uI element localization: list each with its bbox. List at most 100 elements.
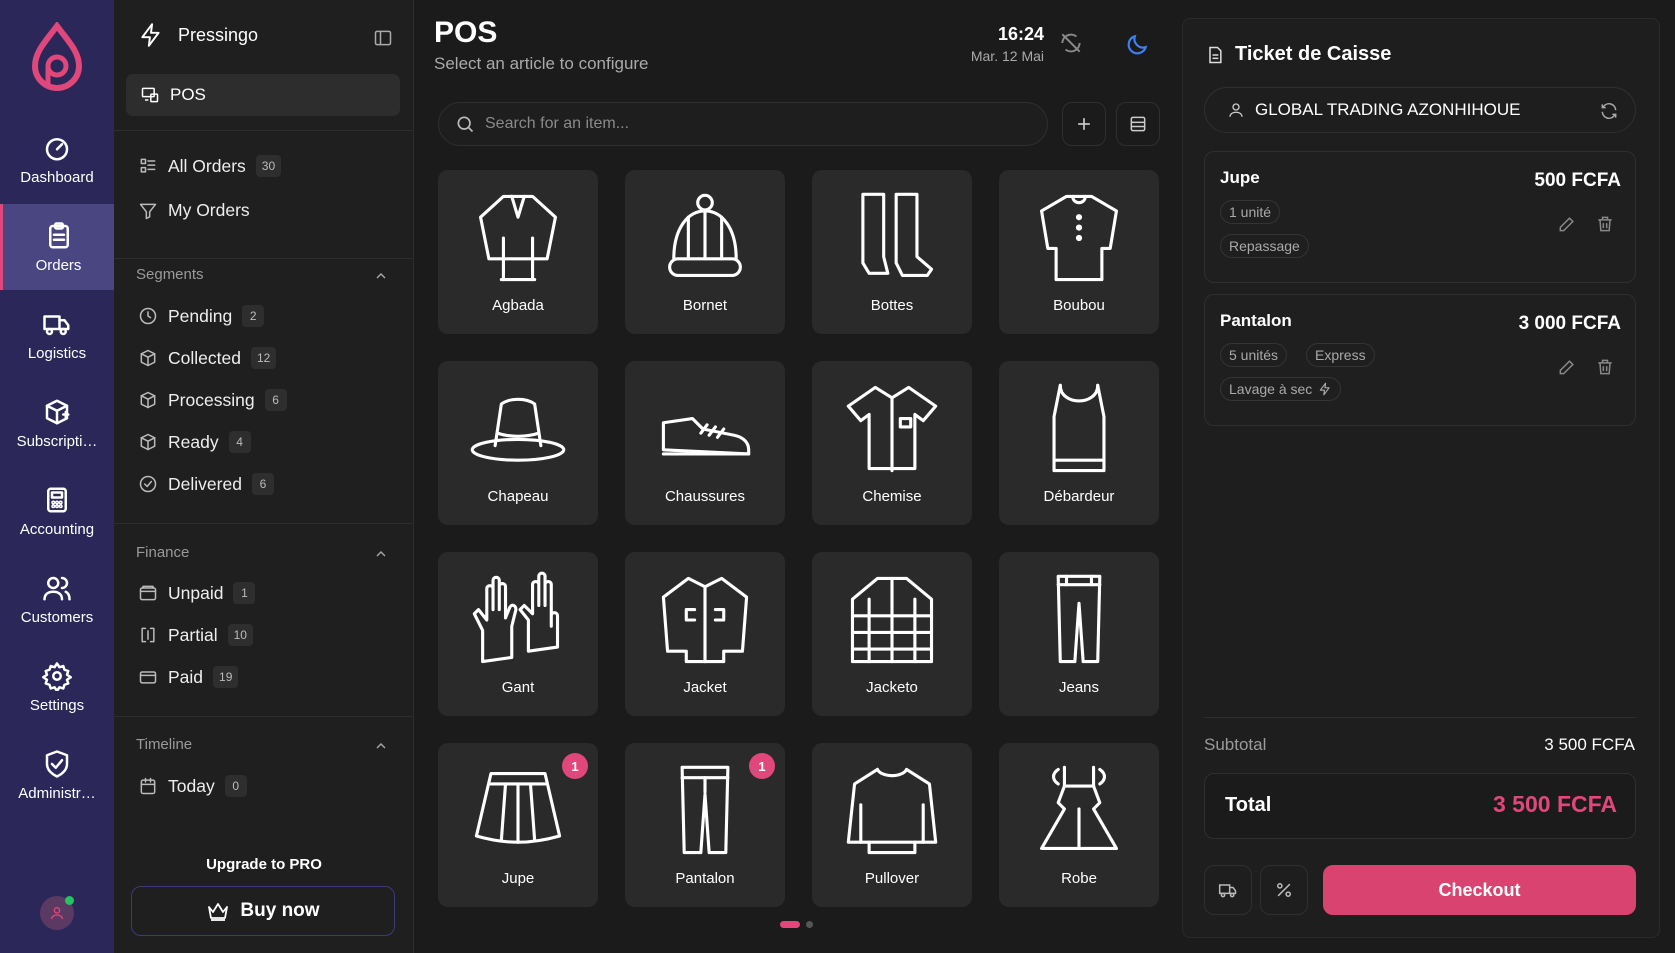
- user-avatar[interactable]: [40, 896, 74, 930]
- pencil-icon[interactable]: [1557, 357, 1577, 377]
- client-selector[interactable]: GLOBAL TRADING AZONHIHOUE: [1204, 87, 1636, 133]
- pencil-icon[interactable]: [1557, 214, 1577, 234]
- rail-item-label: Customers: [20, 608, 94, 626]
- divider: [114, 716, 413, 717]
- add-item-button[interactable]: [1062, 102, 1106, 146]
- skirt-icon: [474, 772, 562, 844]
- count-badge: 6: [264, 389, 287, 411]
- article-card-jupe[interactable]: Jupe 1: [438, 743, 598, 907]
- search-input[interactable]: Search for an item...: [438, 102, 1048, 146]
- sidebar-item-paid[interactable]: Paid 19: [138, 666, 239, 688]
- article-label: Agbada: [492, 297, 544, 314]
- package-plus-icon: [45, 399, 70, 424]
- sidebar-item-pos[interactable]: POS: [126, 74, 400, 116]
- ticket-line-service: Lavage à sec: [1220, 377, 1342, 401]
- sidebar-item-label: Today: [168, 775, 215, 796]
- rail-item-logistics[interactable]: Logistics: [0, 292, 114, 378]
- article-label: Jacketo: [866, 679, 918, 696]
- sidebar-item-label: Unpaid: [168, 582, 224, 603]
- rail-item-settings[interactable]: Settings: [0, 644, 114, 730]
- ticket-line-chip: 1 unité: [1220, 200, 1281, 224]
- dress-icon: [1040, 765, 1118, 850]
- count-badge: 1: [233, 582, 256, 604]
- sweater-icon: [846, 767, 938, 855]
- pressingo-logo[interactable]: [29, 22, 85, 92]
- trash-icon[interactable]: [1595, 357, 1615, 377]
- delivery-button[interactable]: [1204, 865, 1252, 915]
- article-card-pullover[interactable]: Pullover: [812, 743, 972, 907]
- clock-date: Mar. 12 Mai: [970, 48, 1044, 64]
- article-card-agbada[interactable]: Agbada: [438, 170, 598, 334]
- discount-button[interactable]: [1260, 865, 1308, 915]
- truck-icon: [43, 314, 70, 335]
- boots-icon: [861, 192, 934, 277]
- check-circle-icon: [139, 475, 157, 493]
- article-label: Gant: [501, 679, 535, 696]
- chevron-up-icon[interactable]: [373, 268, 389, 284]
- ticket-line[interactable]: Pantalon 3 000 FCFA 5 unités Express Lavag…: [1204, 294, 1636, 426]
- count-badge: 0: [224, 775, 247, 797]
- search-placeholder: Search for an item...: [485, 115, 630, 132]
- sidebar-item-my-orders[interactable]: My Orders: [138, 200, 250, 221]
- lightning-icon: [141, 23, 160, 47]
- user-icon: [1229, 103, 1243, 117]
- sidebar-item-delivered[interactable]: Delivered 6: [138, 473, 274, 495]
- article-card-pantalon[interactable]: Pantalon 1: [625, 743, 785, 907]
- sidebar-item-today[interactable]: Today 0: [138, 775, 247, 797]
- article-card-chaussures[interactable]: Chaussures: [625, 361, 785, 525]
- rail-item-orders[interactable]: Orders: [0, 204, 114, 290]
- section-header: Finance: [136, 544, 190, 561]
- article-card-bornet[interactable]: Bornet: [625, 170, 785, 334]
- sync-off-icon[interactable]: [1058, 30, 1084, 56]
- refresh-icon[interactable]: [1599, 101, 1619, 121]
- trash-icon[interactable]: [1595, 214, 1615, 234]
- article-card-dbardeur[interactable]: Débardeur: [999, 361, 1159, 525]
- rail-item-subscripti[interactable]: Subscripti…: [0, 380, 114, 466]
- sidebar-item-ready[interactable]: Ready 4: [138, 431, 251, 453]
- rail-item-dashboard[interactable]: Dashboard: [0, 116, 114, 202]
- sidebar-item-processing[interactable]: Processing 6: [138, 389, 287, 411]
- view-toggle-button[interactable]: [1116, 102, 1160, 146]
- sidebar-item-label: Ready: [168, 431, 219, 452]
- moon-icon[interactable]: [1124, 32, 1150, 58]
- rail-item-accounting[interactable]: Accounting: [0, 468, 114, 554]
- user-icon: [51, 907, 63, 920]
- article-card-jeans[interactable]: Jeans: [999, 552, 1159, 716]
- pagination-dots[interactable]: [780, 921, 813, 928]
- article-card-bottes[interactable]: Bottes: [812, 170, 972, 334]
- subtotal-value: 3 500 FCFA: [1544, 735, 1635, 754]
- chevron-up-icon[interactable]: [373, 738, 389, 754]
- buy-now-button[interactable]: Buy now: [131, 886, 395, 936]
- article-card-jacket[interactable]: Jacket: [625, 552, 785, 716]
- article-card-chapeau[interactable]: Chapeau: [438, 361, 598, 525]
- article-card-robe[interactable]: Robe: [999, 743, 1159, 907]
- sidebar-item-pending[interactable]: Pending 2: [138, 305, 265, 327]
- sidebar-item-collected[interactable]: Collected 12: [138, 347, 277, 369]
- article-card-gant[interactable]: Gant: [438, 552, 598, 716]
- sidebar-item-label: Processing: [168, 389, 255, 410]
- gauge-icon: [45, 137, 69, 160]
- article-card-jacketo[interactable]: Jacketo: [812, 552, 972, 716]
- ticket-line[interactable]: Jupe 500 FCFA 1 unité Repassage: [1204, 151, 1636, 283]
- split-icon: [141, 627, 155, 643]
- chevron-up-icon[interactable]: [373, 546, 389, 562]
- article-label: Chapeau: [487, 488, 549, 505]
- percent-icon: [1277, 883, 1291, 897]
- sidebar-item-unpaid[interactable]: Unpaid 1: [138, 582, 256, 604]
- page-dot-active[interactable]: [780, 921, 800, 928]
- article-label: Pantalon: [675, 870, 735, 887]
- sidebar-item-label: Delivered: [168, 473, 242, 494]
- article-card-chemise[interactable]: Chemise: [812, 361, 972, 525]
- app-rail: Dashboard Orders Logistics Subscripti… Accou…: [0, 0, 114, 953]
- sidebar-item-partial[interactable]: Partial 10: [138, 624, 253, 646]
- sidebar-toggle-icon[interactable]: [373, 28, 393, 48]
- ticket-line-name: Jupe: [1220, 168, 1260, 187]
- checkout-button[interactable]: Checkout: [1323, 865, 1636, 915]
- rail-item-administr[interactable]: Administr…: [0, 732, 114, 818]
- sidebar-item-all-orders[interactable]: All Orders 30: [138, 155, 282, 177]
- article-label: Bottes: [870, 297, 914, 314]
- rail-item-customers[interactable]: Customers: [0, 556, 114, 642]
- article-card-boubou[interactable]: Boubou: [999, 170, 1159, 334]
- sidebar: Pressingo POS All Orders 30 My Orders Segme…: [114, 0, 414, 953]
- page-dot[interactable]: [806, 921, 813, 928]
